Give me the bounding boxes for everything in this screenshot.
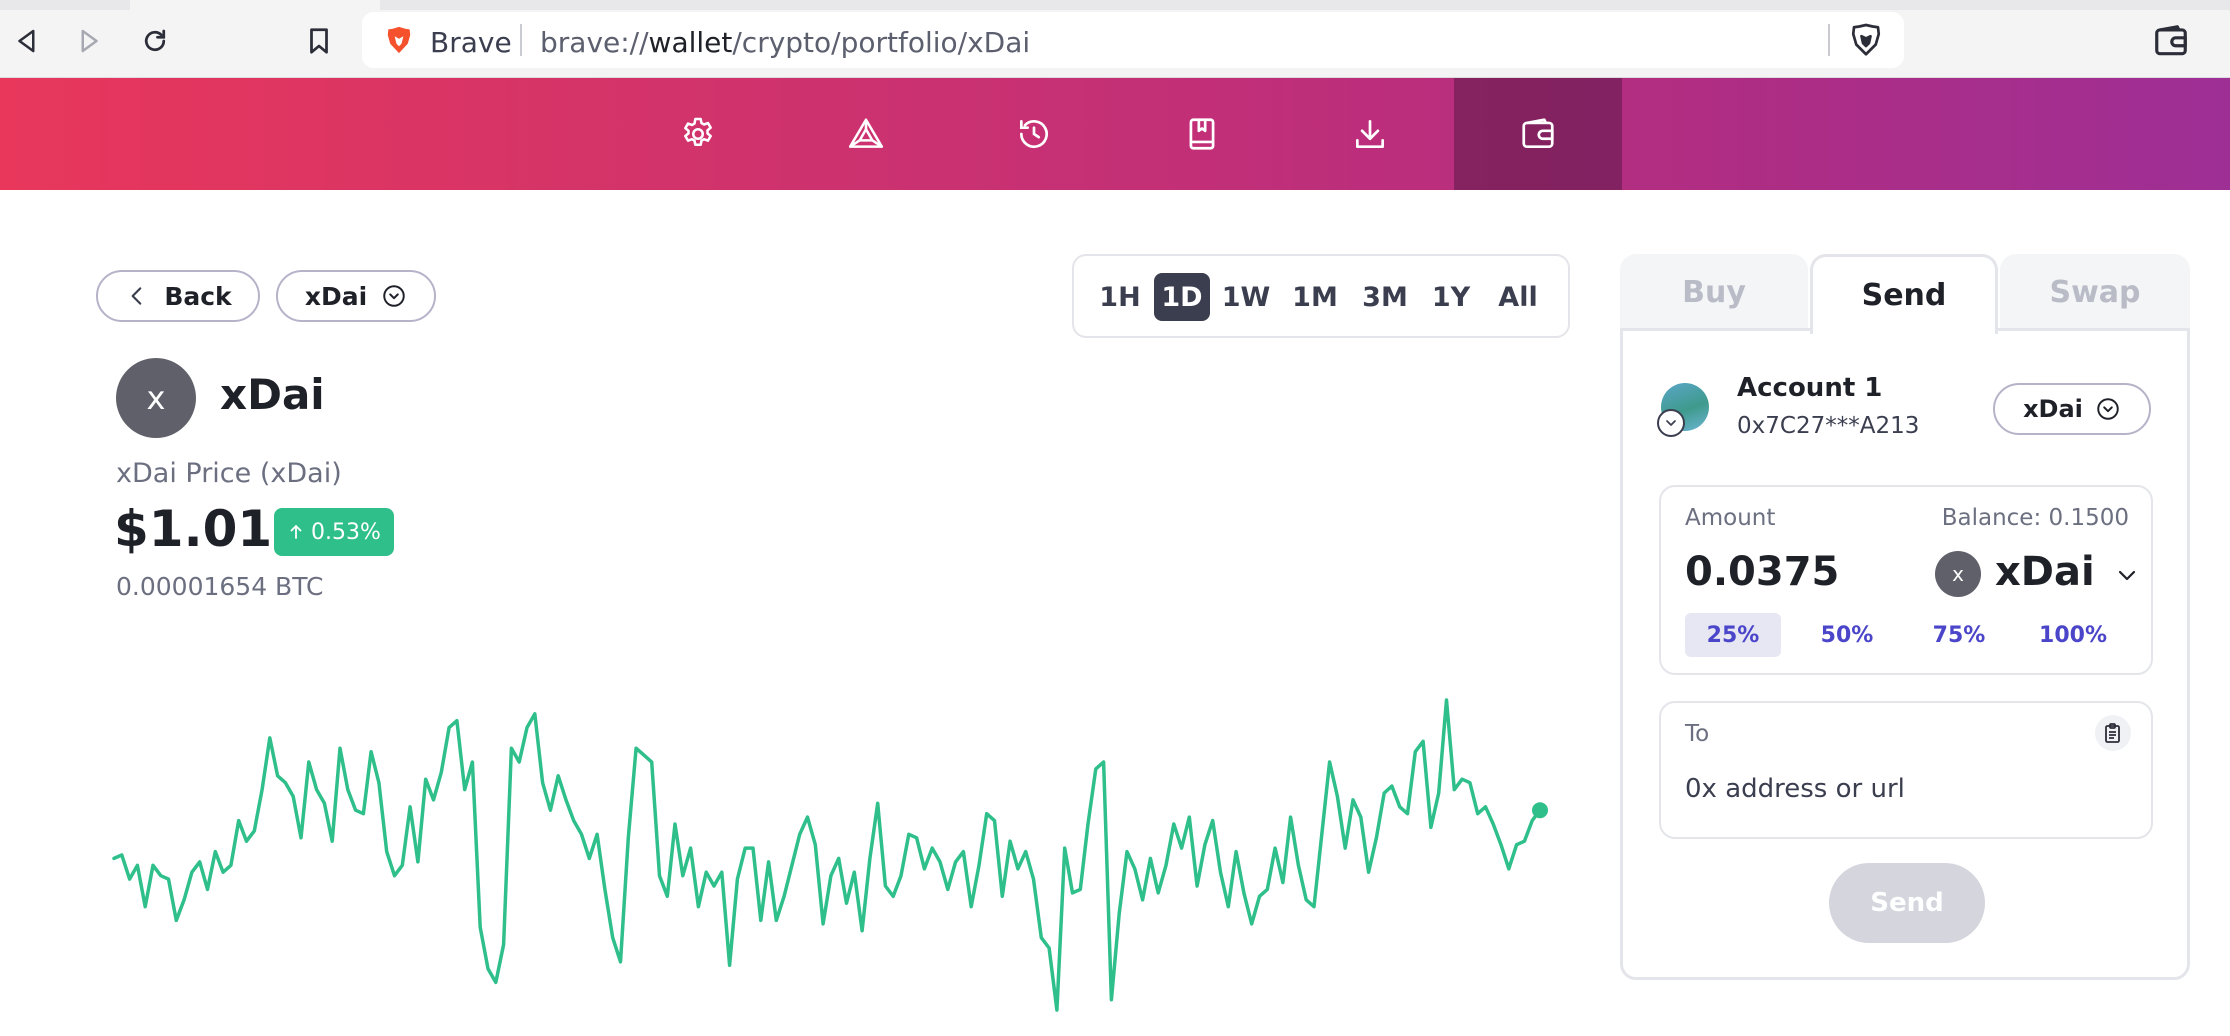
timeframe-1m[interactable]: 1M — [1288, 273, 1342, 321]
account-dropdown-icon[interactable] — [1657, 409, 1685, 437]
chevron-down-circle-icon — [2097, 398, 2119, 420]
url-prefix: brave:// — [540, 26, 649, 59]
back-button[interactable]: Back — [96, 270, 260, 322]
gear-icon — [684, 117, 712, 147]
arrow-up-icon — [290, 525, 302, 539]
bookmark-icon[interactable] — [300, 22, 338, 60]
nav-rewards[interactable] — [782, 78, 950, 190]
active-tab[interactable] — [130, 0, 380, 10]
timeframe-1d[interactable]: 1D — [1154, 273, 1210, 321]
price-label: xDai Price (xDai) — [116, 458, 342, 489]
account-network-selector[interactable]: xDai — [1993, 383, 2151, 435]
nav-history[interactable] — [950, 78, 1118, 190]
amount-card: Amount Balance: 0.1500 0.0375 x xDai 25%… — [1659, 485, 2153, 675]
asset-icon: x — [116, 358, 196, 438]
browser-toolbar: Brave brave://wallet/crypto/portfolio/xD… — [0, 0, 2230, 78]
address-separator — [520, 24, 522, 56]
asset-selector-button[interactable]: xDai — [276, 270, 436, 322]
to-card: To — [1659, 701, 2153, 839]
chevron-left-icon — [131, 287, 142, 305]
download-icon — [1355, 119, 1385, 149]
nav-bookmarks[interactable] — [1118, 78, 1286, 190]
brave-shields-icon[interactable] — [1848, 22, 1884, 58]
wallet-icon — [1522, 118, 1554, 149]
chevron-down-circle-icon — [383, 285, 405, 307]
address-separator-2 — [1828, 24, 1830, 56]
btc-value: 0.00001654 BTC — [116, 572, 324, 601]
price-line — [112, 698, 1542, 1012]
timeframe-1h[interactable]: 1H — [1096, 273, 1144, 321]
amount-asset-icon[interactable]: x — [1935, 551, 1981, 597]
timeframe-all[interactable]: All — [1488, 273, 1548, 321]
asset-name: xDai — [220, 370, 325, 419]
browser-brand-label: Brave — [430, 26, 512, 59]
back-button-label: Back — [164, 281, 232, 311]
tab-buy[interactable]: Buy — [1620, 254, 1808, 330]
percent-100-button[interactable]: 100% — [2025, 613, 2121, 657]
account-name: Account 1 — [1737, 373, 1883, 403]
price-last-point — [1532, 802, 1548, 819]
tab-strip — [0, 0, 2230, 10]
url-text[interactable]: brave://wallet/crypto/portfolio/xDai — [540, 26, 1030, 59]
back-arrow-icon[interactable] — [8, 22, 46, 60]
chevron-down-icon[interactable] — [2115, 563, 2139, 587]
amount-input[interactable]: 0.0375 — [1685, 549, 1839, 595]
address-bar[interactable]: Brave brave://wallet/crypto/portfolio/xD… — [362, 12, 1904, 68]
nav-downloads[interactable] — [1286, 78, 1454, 190]
reload-icon[interactable] — [136, 22, 174, 60]
to-label: To — [1685, 721, 1710, 747]
send-button[interactable]: Send — [1829, 863, 1985, 943]
nav-wallet[interactable] — [1454, 78, 1622, 190]
timeframe-3m[interactable]: 3M — [1356, 273, 1414, 321]
paste-clipboard-icon[interactable] — [2095, 715, 2131, 751]
to-address-input[interactable] — [1685, 769, 2125, 809]
nav-settings[interactable] — [614, 78, 782, 190]
percent-25-button[interactable]: 25% — [1685, 613, 1781, 657]
percent-75-button[interactable]: 75% — [1911, 613, 2007, 657]
price-chart[interactable] — [100, 690, 1560, 1030]
tab-swap[interactable]: Swap — [2000, 254, 2190, 330]
timeframe-1y[interactable]: 1Y — [1428, 273, 1474, 321]
wallet-toolbar-icon[interactable] — [2152, 22, 2190, 60]
account-network-label: xDai — [2023, 395, 2083, 423]
bat-triangle-icon — [848, 118, 884, 148]
timeframe-1w[interactable]: 1W — [1220, 273, 1272, 321]
history-icon — [1019, 119, 1048, 149]
tab-send[interactable]: Send — [1810, 254, 1998, 334]
amount-label: Amount — [1685, 505, 1776, 531]
send-panel: Account 1 0x7C27***A213 xDai Amount Bala… — [1620, 328, 2190, 980]
forward-arrow-icon[interactable] — [70, 22, 108, 60]
asset-selector-label: xDai — [304, 281, 368, 311]
price-change-badge: 0.53% — [274, 508, 394, 556]
balance-label: Balance: 0.1500 — [1941, 505, 2129, 531]
brave-logo-icon — [387, 26, 411, 54]
account-address: 0x7C27***A213 — [1737, 413, 1920, 439]
url-host: wallet — [648, 26, 733, 59]
bookmark-book-icon — [1189, 118, 1215, 150]
amount-asset-selector[interactable]: xDai — [1995, 549, 2095, 595]
timeframe-selector: 1H 1D 1W 1M 3M 1Y All — [1072, 254, 1570, 338]
url-path: /crypto/portfolio/xDai — [732, 26, 1031, 59]
wallet-top-nav — [0, 78, 2230, 190]
price-change-value: 0.53% — [311, 519, 381, 545]
percent-50-button[interactable]: 50% — [1799, 613, 1895, 657]
